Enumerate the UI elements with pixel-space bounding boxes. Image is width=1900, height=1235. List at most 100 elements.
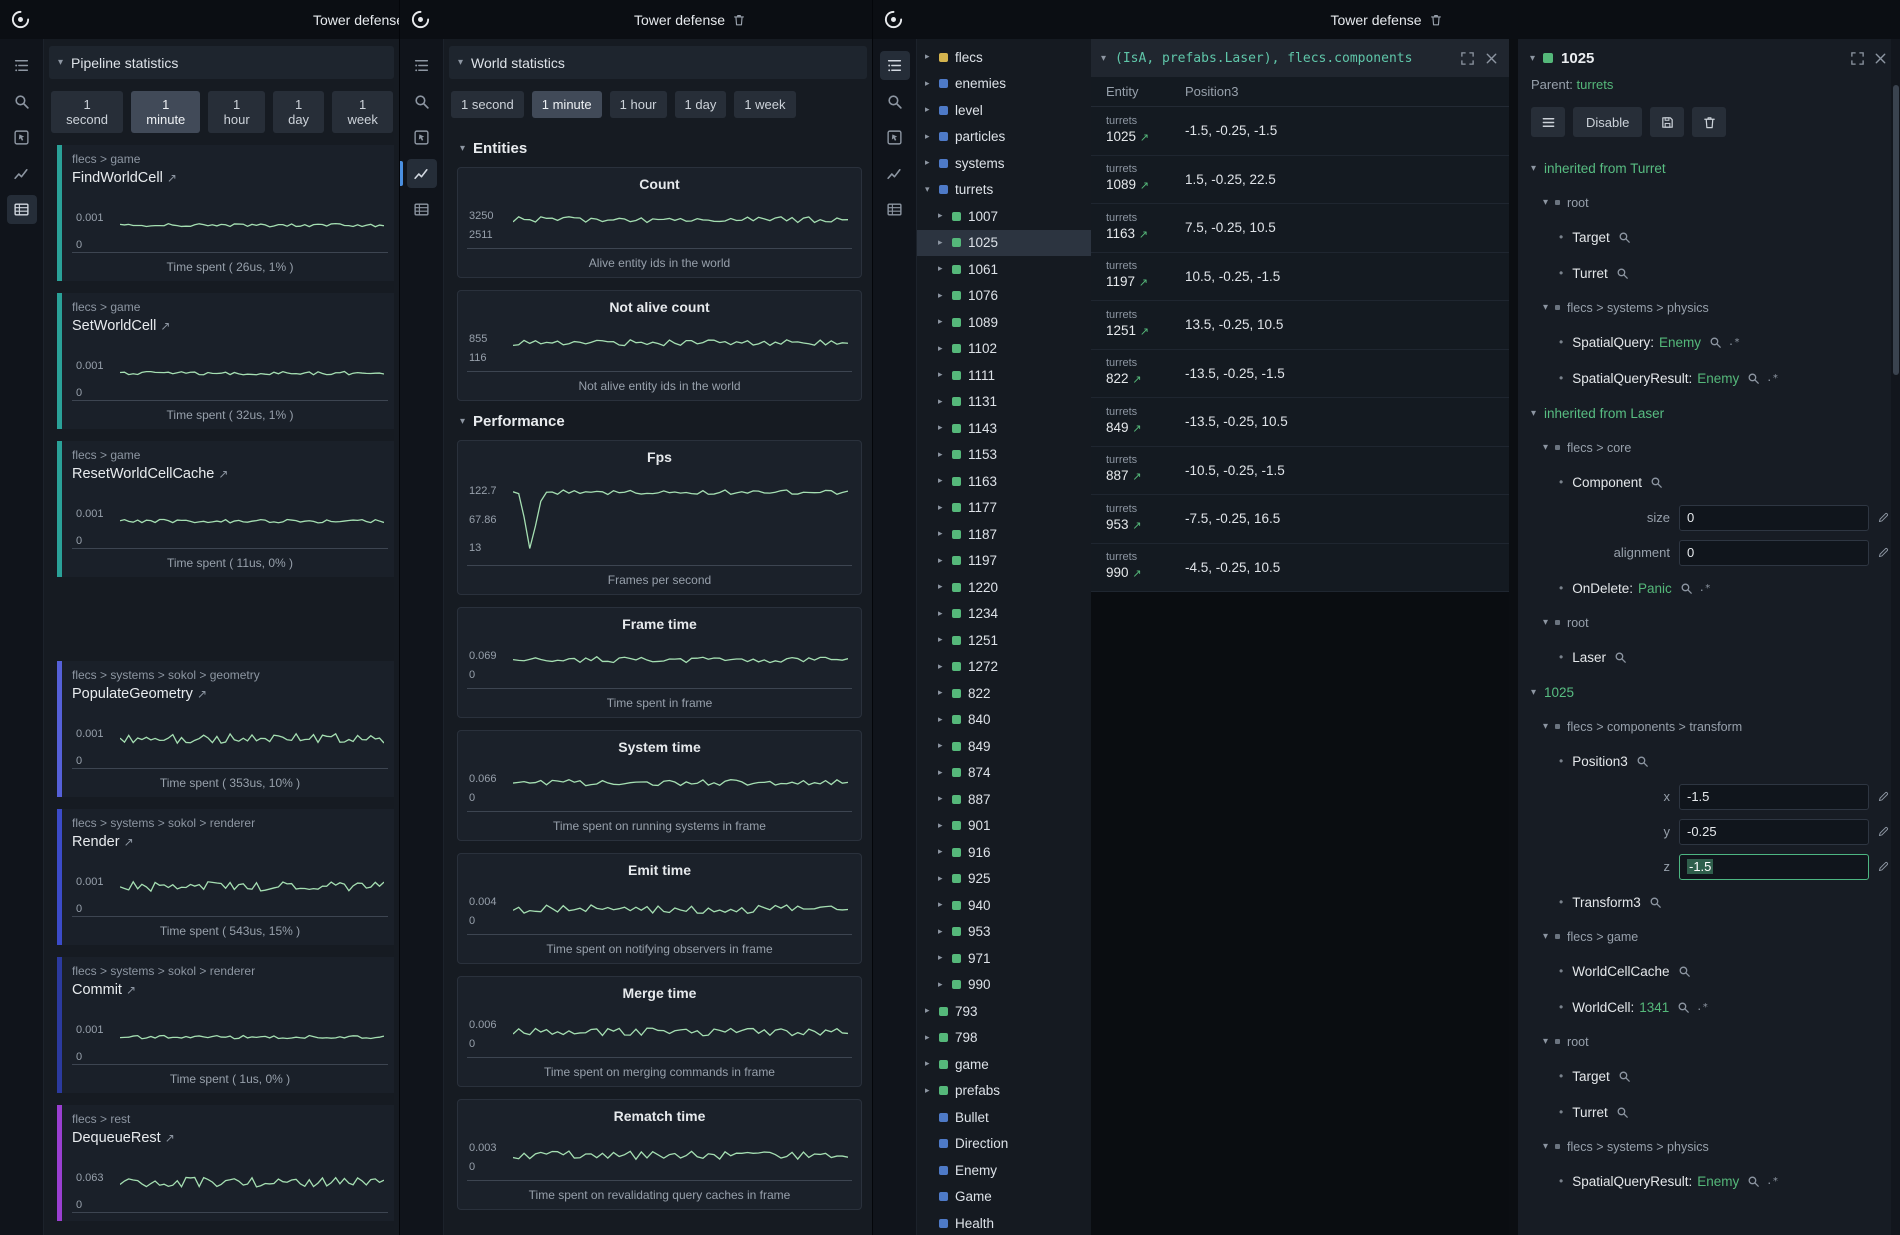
- chevron-right-icon[interactable]: ▸: [938, 794, 951, 804]
- scrollbar-thumb[interactable]: [1893, 85, 1899, 375]
- component-value[interactable]: Enemy: [1697, 371, 1739, 386]
- chart-icon[interactable]: [407, 159, 437, 188]
- chevron-right-icon[interactable]: ▸: [938, 900, 951, 910]
- chevron-right-icon[interactable]: ▸: [938, 874, 951, 884]
- inspector-group-header[interactable]: ▾flecs > game: [1518, 920, 1900, 953]
- magnifier-icon[interactable]: [1677, 1001, 1690, 1014]
- entity-id[interactable]: 887 ↗: [1106, 467, 1185, 486]
- time-range-button[interactable]: 1 week: [734, 91, 795, 118]
- entity-id[interactable]: 990 ↗: [1106, 564, 1185, 583]
- component-row[interactable]: •Laser: [1518, 639, 1900, 675]
- pencil-icon[interactable]: [1877, 511, 1890, 524]
- magnifier-icon[interactable]: [1650, 476, 1663, 489]
- chevron-right-icon[interactable]: ▸: [925, 158, 938, 168]
- inspect-icon[interactable]: [7, 123, 37, 152]
- chevron-right-icon[interactable]: ▸: [938, 715, 951, 725]
- chevron-right-icon[interactable]: ▸: [938, 238, 951, 248]
- tree-item[interactable]: ▸1187: [917, 521, 1091, 548]
- component-value[interactable]: 1341: [1639, 1000, 1669, 1015]
- tree-view-button[interactable]: [1531, 107, 1565, 137]
- external-link-icon[interactable]: ↗: [1140, 326, 1149, 338]
- chevron-right-icon[interactable]: ▸: [938, 397, 951, 407]
- chevron-right-icon[interactable]: ▸: [938, 821, 951, 831]
- external-link-icon[interactable]: ↗: [1139, 229, 1148, 241]
- panel-header[interactable]: ▾ World statistics: [449, 46, 867, 79]
- time-range-button[interactable]: 1 second: [451, 91, 524, 118]
- query-result-row[interactable]: turrets953 ↗-7.5, -0.25, 16.5: [1091, 495, 1509, 544]
- magnifier-icon[interactable]: [1680, 582, 1693, 595]
- tree-item[interactable]: ▸1131: [917, 389, 1091, 416]
- tree-item[interactable]: ▸game: [917, 1051, 1091, 1078]
- inspector-group-header[interactable]: ▾flecs > components > transform: [1518, 710, 1900, 743]
- external-link-icon[interactable]: ↗: [1140, 180, 1149, 192]
- chevron-right-icon[interactable]: ▸: [938, 927, 951, 937]
- chevron-right-icon[interactable]: ▸: [938, 688, 951, 698]
- component-row[interactable]: •SpatialQuery:Enemy.*: [1518, 324, 1900, 360]
- entity-id[interactable]: 849 ↗: [1106, 419, 1185, 438]
- tree-item[interactable]: ▸1177: [917, 495, 1091, 522]
- tree-item[interactable]: ▸1197: [917, 548, 1091, 575]
- tree-item[interactable]: ▸1153: [917, 442, 1091, 469]
- query-result-row[interactable]: turrets1089 ↗1.5, -0.25, 22.5: [1091, 156, 1509, 205]
- chevron-right-icon[interactable]: ▸: [938, 529, 951, 539]
- disable-button[interactable]: Disable: [1573, 107, 1642, 137]
- tree-item[interactable]: ▸849: [917, 733, 1091, 760]
- tree-item[interactable]: ▸822: [917, 680, 1091, 707]
- chevron-right-icon[interactable]: ▸: [938, 503, 951, 513]
- chevron-right-icon[interactable]: ▸: [938, 768, 951, 778]
- tree-item[interactable]: ▸840: [917, 707, 1091, 734]
- chevron-right-icon[interactable]: ▸: [925, 1006, 938, 1016]
- delete-button[interactable]: [1692, 107, 1726, 137]
- time-range-button[interactable]: 1 day: [675, 91, 727, 118]
- chevron-right-icon[interactable]: ▸: [938, 582, 951, 592]
- inspect-icon[interactable]: [407, 123, 437, 152]
- tree-item[interactable]: ▸971: [917, 945, 1091, 972]
- inspect-icon[interactable]: [880, 123, 910, 152]
- tree-item[interactable]: ▸particles: [917, 124, 1091, 151]
- time-range-button[interactable]: 1 hour: [610, 91, 667, 118]
- external-link-icon[interactable]: ↗: [1132, 374, 1141, 386]
- component-value[interactable]: Enemy: [1697, 1174, 1739, 1189]
- close-icon[interactable]: [1873, 51, 1888, 66]
- tree-item[interactable]: ▸793: [917, 998, 1091, 1025]
- query-result-row[interactable]: turrets822 ↗-13.5, -0.25, -1.5: [1091, 350, 1509, 399]
- query-result-row[interactable]: turrets1197 ↗10.5, -0.25, -1.5: [1091, 253, 1509, 302]
- external-link-icon[interactable]: ↗: [167, 171, 177, 185]
- component-value[interactable]: Panic: [1638, 581, 1672, 596]
- magnifier-icon[interactable]: [1747, 372, 1760, 385]
- component-row[interactable]: •SpatialQueryResult:Enemy.*: [1518, 1163, 1900, 1199]
- tree-item[interactable]: Game: [917, 1184, 1091, 1211]
- component-row[interactable]: •WorldCellCache: [1518, 953, 1900, 989]
- chart-icon[interactable]: [880, 159, 910, 188]
- inspector-group-header[interactable]: ▾root: [1518, 186, 1900, 219]
- inspector-group-header[interactable]: ▾flecs > systems > physics: [1518, 1130, 1900, 1163]
- tree-item[interactable]: ▸1061: [917, 256, 1091, 283]
- tree-item[interactable]: ▸1272: [917, 654, 1091, 681]
- entity-id[interactable]: 1025 ↗: [1106, 128, 1185, 147]
- component-row[interactable]: •Target: [1518, 219, 1900, 255]
- component-row[interactable]: •Target: [1518, 1058, 1900, 1094]
- tree-item[interactable]: ▸940: [917, 892, 1091, 919]
- entity-id[interactable]: 1197 ↗: [1106, 273, 1185, 292]
- magnifier-icon[interactable]: [1709, 336, 1722, 349]
- query-result-row[interactable]: turrets1163 ↗7.5, -0.25, 10.5: [1091, 204, 1509, 253]
- external-link-icon[interactable]: ↗: [218, 467, 228, 481]
- tree-item[interactable]: ▸798: [917, 1025, 1091, 1052]
- time-range-button[interactable]: 1 second: [51, 91, 123, 133]
- tree-item[interactable]: ▸flecs: [917, 44, 1091, 71]
- system-name[interactable]: Commit ↗: [72, 979, 388, 1001]
- component-row[interactable]: •WorldCell:1341.*: [1518, 989, 1900, 1025]
- tree-icon[interactable]: [880, 51, 910, 80]
- entity-id[interactable]: 953 ↗: [1106, 516, 1185, 535]
- chevron-right-icon[interactable]: ▸: [925, 105, 938, 115]
- query-result-row[interactable]: turrets1025 ↗-1.5, -0.25, -1.5: [1091, 107, 1509, 156]
- tree-item[interactable]: ▸1102: [917, 336, 1091, 363]
- component-row[interactable]: •OnDelete:Panic.*: [1518, 570, 1900, 606]
- tree-item[interactable]: ▸887: [917, 786, 1091, 813]
- inspector-section-header[interactable]: ▾1025: [1518, 675, 1900, 710]
- tree-item[interactable]: ▸925: [917, 866, 1091, 893]
- parent-link[interactable]: turrets: [1577, 77, 1614, 92]
- time-range-button[interactable]: 1 week: [332, 91, 393, 133]
- chevron-right-icon[interactable]: ▸: [938, 264, 951, 274]
- search-icon[interactable]: [407, 87, 437, 116]
